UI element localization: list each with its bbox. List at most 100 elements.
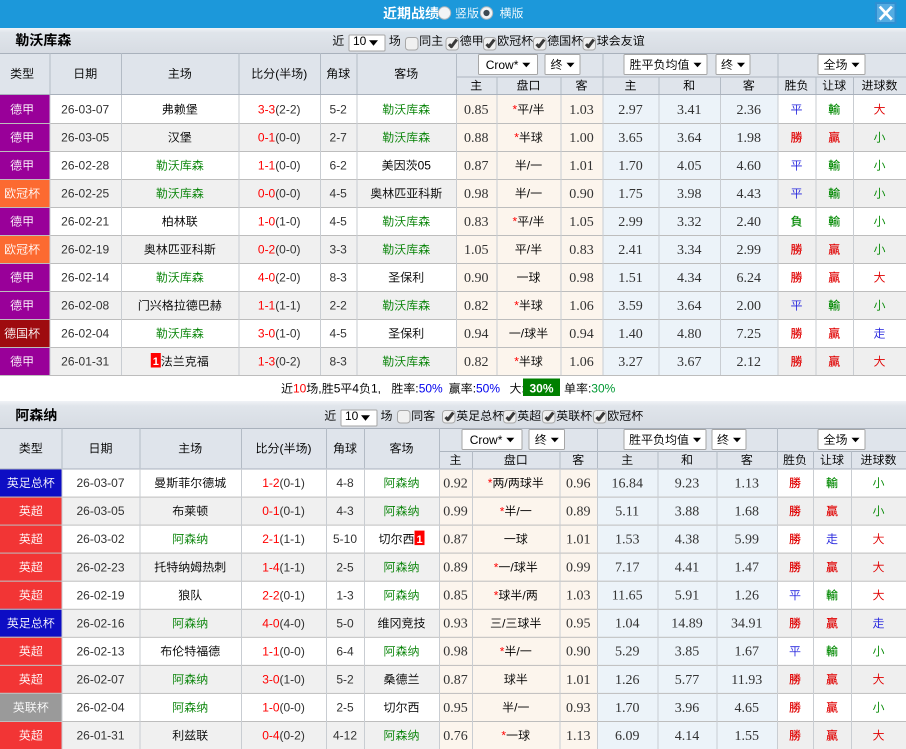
svg-text:4-12: 4-12: [333, 729, 357, 743]
svg-text:3.85: 3.85: [675, 645, 700, 660]
svg-text:4.80: 4.80: [677, 327, 702, 342]
svg-text:(1-1): (1-1): [280, 532, 305, 546]
svg-text:1-1: 1-1: [258, 299, 276, 313]
svg-text:*: *: [514, 299, 519, 313]
svg-text:0.94: 0.94: [464, 327, 489, 342]
svg-text:1.26: 1.26: [735, 589, 760, 604]
svg-text:10: 10: [353, 34, 367, 48]
svg-text:): ): [308, 442, 312, 456]
svg-text:26-02-04: 26-02-04: [61, 327, 109, 341]
svg-text:1.13: 1.13: [735, 476, 760, 491]
svg-text:7.25: 7.25: [737, 327, 762, 342]
svg-text:1.13: 1.13: [566, 729, 591, 744]
svg-text:0.90: 0.90: [464, 271, 489, 286]
svg-text:(0-2): (0-2): [280, 729, 305, 743]
svg-text:50%: 50%: [419, 382, 443, 396]
svg-text:0.90: 0.90: [569, 187, 594, 202]
svg-text:(0-0): (0-0): [275, 243, 300, 257]
svg-text:2-5: 2-5: [336, 701, 354, 715]
svg-text:1.75: 1.75: [618, 187, 643, 202]
svg-text:4-5: 4-5: [330, 215, 348, 229]
svg-text:*: *: [513, 103, 518, 117]
svg-text:*: *: [500, 645, 505, 659]
svg-text:3.32: 3.32: [677, 215, 702, 230]
svg-text:2.00: 2.00: [737, 299, 762, 314]
svg-text:4.34: 4.34: [677, 271, 702, 286]
svg-text:1.67: 1.67: [735, 645, 760, 660]
svg-text:1.98: 1.98: [737, 131, 762, 146]
svg-text:5: 5: [334, 382, 341, 396]
svg-text:Crow*: Crow*: [486, 58, 519, 72]
svg-text:26-01-31: 26-01-31: [76, 729, 124, 743]
svg-text:1.03: 1.03: [566, 589, 591, 604]
svg-text:2-2: 2-2: [262, 588, 280, 602]
svg-text:0.98: 0.98: [443, 645, 468, 660]
svg-text:1.51: 1.51: [618, 271, 643, 286]
svg-text:(1-0): (1-0): [275, 215, 300, 229]
svg-text:0.87: 0.87: [464, 159, 489, 174]
svg-text:4-0: 4-0: [258, 271, 276, 285]
svg-text:0.92: 0.92: [443, 476, 468, 491]
svg-text:26-03-05: 26-03-05: [76, 504, 124, 518]
svg-text:1.53: 1.53: [615, 533, 640, 548]
svg-text:0.93: 0.93: [443, 617, 468, 632]
svg-text:5.29: 5.29: [615, 645, 640, 660]
svg-text:5-10: 5-10: [333, 532, 357, 546]
svg-text:26-02-16: 26-02-16: [76, 616, 124, 630]
svg-text:0.85: 0.85: [443, 589, 468, 604]
svg-text:7.17: 7.17: [615, 561, 640, 576]
svg-text:16.84: 16.84: [611, 476, 643, 491]
svg-text:3.65: 3.65: [618, 131, 643, 146]
svg-text:2-5: 2-5: [336, 560, 354, 574]
svg-text:(0-1): (0-1): [280, 588, 305, 602]
svg-text:3-3: 3-3: [330, 243, 348, 257]
svg-text:26-02-19: 26-02-19: [61, 243, 109, 257]
svg-text:2-7: 2-7: [330, 131, 348, 145]
svg-text:11.93: 11.93: [731, 673, 762, 688]
svg-text:(0-0): (0-0): [275, 187, 300, 201]
svg-text:26-02-14: 26-02-14: [61, 271, 109, 285]
svg-text:(4-0): (4-0): [280, 616, 305, 630]
svg-text:(0-1): (0-1): [280, 476, 305, 490]
svg-text:6-4: 6-4: [336, 644, 354, 658]
svg-text:26-02-08: 26-02-08: [61, 299, 109, 313]
svg-text:50%: 50%: [476, 382, 500, 396]
svg-text:4-0: 4-0: [262, 616, 280, 630]
svg-text:3.98: 3.98: [677, 187, 702, 202]
svg-text:1.01: 1.01: [566, 533, 591, 548]
svg-text:1-1: 1-1: [258, 159, 276, 173]
svg-text:1.01: 1.01: [569, 159, 594, 174]
svg-text:2.36: 2.36: [737, 103, 762, 118]
svg-text:1.26: 1.26: [615, 673, 640, 688]
svg-text:9.23: 9.23: [675, 476, 700, 491]
svg-text:0.96: 0.96: [566, 476, 591, 491]
svg-text:1.70: 1.70: [615, 701, 640, 716]
svg-text:2.97: 2.97: [618, 103, 643, 118]
svg-text:*: *: [514, 355, 519, 369]
svg-text:26-02-25: 26-02-25: [61, 187, 109, 201]
svg-text:(0-0): (0-0): [280, 701, 305, 715]
svg-text:(0-2): (0-2): [275, 355, 300, 369]
svg-text:4-5: 4-5: [330, 327, 348, 341]
svg-text:10: 10: [293, 382, 307, 396]
svg-text:1-2: 1-2: [262, 476, 280, 490]
svg-text:(2-0): (2-0): [275, 271, 300, 285]
svg-text:4-5: 4-5: [330, 187, 348, 201]
svg-text:10: 10: [345, 409, 359, 423]
svg-text:0.99: 0.99: [443, 505, 468, 520]
svg-text:0.85: 0.85: [464, 103, 489, 118]
svg-text:8-3: 8-3: [330, 355, 348, 369]
svg-text:2.40: 2.40: [737, 215, 762, 230]
svg-text:26-02-19: 26-02-19: [76, 588, 124, 602]
svg-text:1-3: 1-3: [336, 588, 354, 602]
svg-text:*: *: [501, 729, 506, 743]
svg-text:(0-0): (0-0): [275, 131, 300, 145]
svg-text:1-1: 1-1: [262, 644, 280, 658]
svg-text:0.83: 0.83: [464, 215, 489, 230]
svg-text:1: 1: [153, 356, 159, 368]
svg-text:1.47: 1.47: [735, 561, 760, 576]
svg-text:5.99: 5.99: [735, 533, 760, 548]
svg-text:3-0: 3-0: [258, 327, 276, 341]
svg-text:1.05: 1.05: [464, 243, 489, 258]
svg-text:5-0: 5-0: [336, 616, 354, 630]
